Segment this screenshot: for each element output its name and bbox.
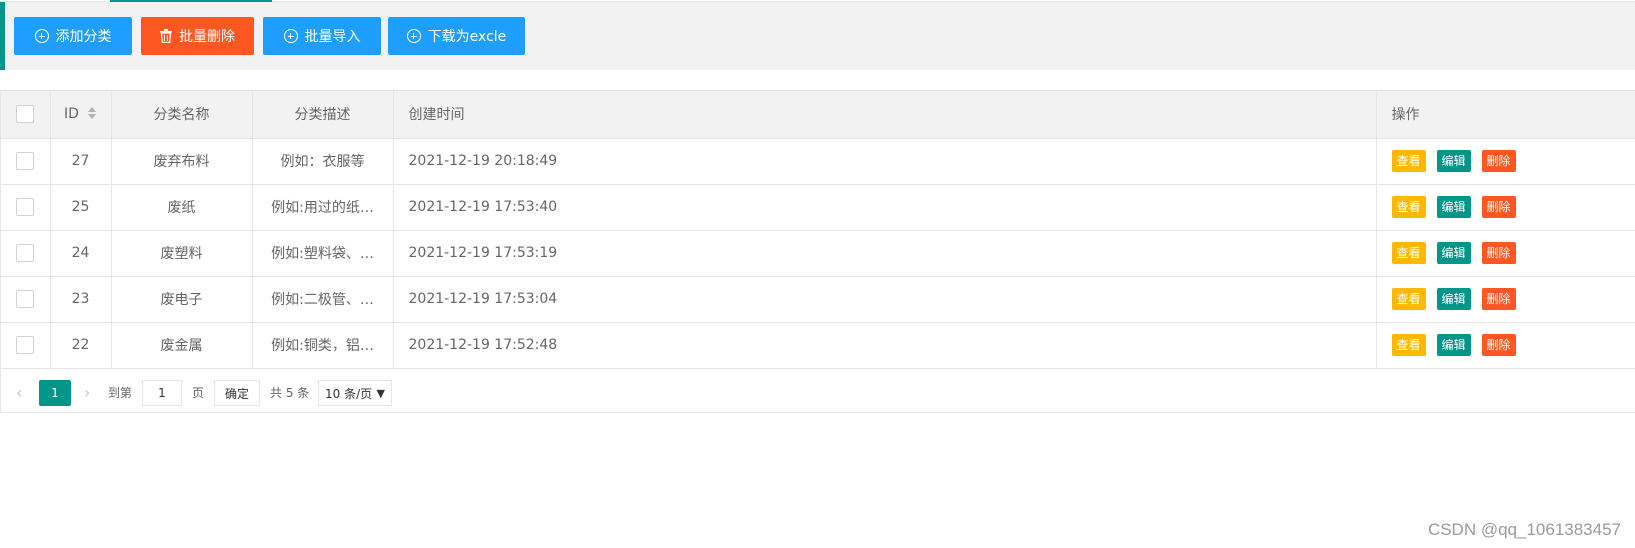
row-checkbox[interactable] [16, 152, 35, 170]
select-all-cell [1, 91, 51, 139]
table-row: 25 废纸 例如:用过的纸… 2021-12-19 17:53:40 查看 编辑删… [1, 184, 1635, 231]
goto-page-wrapper [142, 380, 182, 406]
row-actions: 查看 编辑 删除 [1376, 138, 1635, 185]
edit-button[interactable]: 编辑 [1436, 150, 1471, 172]
row-desc: 例如:铜类，铝… [252, 322, 394, 369]
row-actions: 查看 编辑 删除 [1376, 322, 1635, 369]
edit-button[interactable]: 编辑 [1436, 288, 1471, 310]
row-id: 25 [50, 184, 112, 231]
batch-import-button[interactable]: 批量导入 [263, 17, 381, 55]
row-name: 废弃布料 [111, 138, 253, 185]
row-desc: 例如:塑料袋、… [252, 230, 394, 277]
row-checkbox[interactable] [16, 244, 35, 262]
delete-button[interactable]: 删除 [1481, 150, 1516, 172]
row-desc: 例如：衣服等 [252, 138, 394, 185]
row-created: 2021-12-19 17:53:40 [393, 184, 1377, 231]
select-all-checkbox[interactable] [16, 105, 35, 124]
row-name: 废金属 [111, 322, 253, 369]
view-button[interactable]: 查看 [1391, 150, 1426, 172]
current-page-button[interactable]: 1 [39, 380, 71, 406]
view-button[interactable]: 查看 [1391, 196, 1426, 218]
row-actions: 查看 编辑 删除 [1376, 276, 1635, 323]
watermark: CSDN @qq_1061383457 [1427, 520, 1621, 539]
page-size-select[interactable]: 10 条/页 ▼ [318, 380, 392, 406]
confirm-button[interactable]: 确定 [214, 380, 260, 406]
add-category-button[interactable]: 添加分类 [14, 17, 132, 55]
row-id: 22 [50, 322, 112, 369]
pagination: ‹ 1 › 到第 页 确定 共 5 条 10 条/页 ▼ [0, 373, 1635, 413]
table-header-row: ID 分类名称 分类描述 创建时间 操作 [1, 91, 1635, 139]
delete-button[interactable]: 删除 [1481, 288, 1516, 310]
row-name: 废电子 [111, 276, 253, 323]
view-button[interactable]: 查看 [1391, 242, 1426, 264]
row-actions: 查看 编辑 删除 [1376, 230, 1635, 277]
plus-circle-icon [406, 29, 421, 43]
batch-delete-button[interactable]: 批量删除 [141, 17, 254, 55]
plus-circle-icon [283, 29, 298, 43]
row-actions: 查看 编辑 删除 [1376, 184, 1635, 231]
table-row: 27 废弃布料 例如：衣服等 2021-12-19 20:18:49 查看 编辑删… [1, 138, 1635, 185]
created-column-header: 创建时间 [393, 91, 1377, 139]
row-checkbox[interactable] [16, 290, 35, 308]
row-checkbox[interactable] [16, 336, 35, 354]
delete-button[interactable]: 删除 [1481, 196, 1516, 218]
total-count: 共 5 条 [270, 386, 310, 400]
row-desc: 例如:用过的纸… [252, 184, 394, 231]
page-size-value: 10 条/页 [325, 387, 373, 401]
category-table: ID 分类名称 分类描述 创建时间 操作 27 废弃布料 例如：衣服等 2021… [0, 90, 1635, 413]
delete-button[interactable]: 删除 [1481, 334, 1516, 356]
row-created: 2021-12-19 17:52:48 [393, 322, 1377, 369]
row-desc: 例如:二极管、… [252, 276, 394, 323]
delete-button[interactable]: 删除 [1481, 242, 1516, 264]
next-page-icon[interactable]: › [84, 380, 90, 406]
row-created: 2021-12-19 17:53:04 [393, 276, 1377, 323]
batch-import-label: 批量导入 [304, 29, 361, 45]
name-column-header: 分类名称 [111, 91, 253, 139]
trash-icon [160, 29, 172, 43]
plus-circle-icon [34, 29, 49, 43]
export-excel-button[interactable]: 下载为excle [388, 17, 525, 55]
row-checkbox[interactable] [16, 198, 35, 216]
row-id: 27 [50, 138, 112, 185]
edit-button[interactable]: 编辑 [1436, 196, 1471, 218]
desc-column-header: 分类描述 [252, 91, 394, 139]
ops-column-header: 操作 [1376, 91, 1635, 139]
table-row: 24 废塑料 例如:塑料袋、… 2021-12-19 17:53:19 查看 编辑… [1, 230, 1635, 277]
page-label: 页 [192, 386, 205, 400]
batch-delete-label: 批量删除 [179, 29, 235, 45]
edit-button[interactable]: 编辑 [1436, 242, 1471, 264]
goto-label: 到第 [108, 386, 133, 400]
view-button[interactable]: 查看 [1391, 288, 1426, 310]
goto-page-input[interactable] [142, 380, 182, 406]
row-name: 废纸 [111, 184, 253, 231]
id-header-label: ID [64, 106, 79, 123]
view-button[interactable]: 查看 [1391, 334, 1426, 356]
row-created: 2021-12-19 20:18:49 [393, 138, 1377, 185]
row-id: 23 [50, 276, 112, 323]
chevron-down-icon: ▼ [376, 387, 385, 400]
table-row: 22 废金属 例如:铜类，铝… 2021-12-19 17:52:48 查看 编辑… [1, 322, 1635, 369]
add-category-label: 添加分类 [55, 29, 112, 45]
edit-button[interactable]: 编辑 [1436, 334, 1471, 356]
toolbar: 添加分类 批量删除 批量导入 下载为excle [0, 2, 1635, 70]
table-row: 23 废电子 例如:二极管、… 2021-12-19 17:53:04 查看 编辑… [1, 276, 1635, 323]
id-column-header[interactable]: ID [50, 91, 112, 139]
row-id: 24 [50, 230, 112, 277]
row-created: 2021-12-19 17:53:19 [393, 230, 1377, 277]
prev-page-icon[interactable]: ‹ [16, 380, 22, 406]
row-name: 废塑料 [111, 230, 253, 277]
sort-icon[interactable] [87, 106, 97, 120]
export-excel-label: 下载为excle [427, 29, 507, 45]
